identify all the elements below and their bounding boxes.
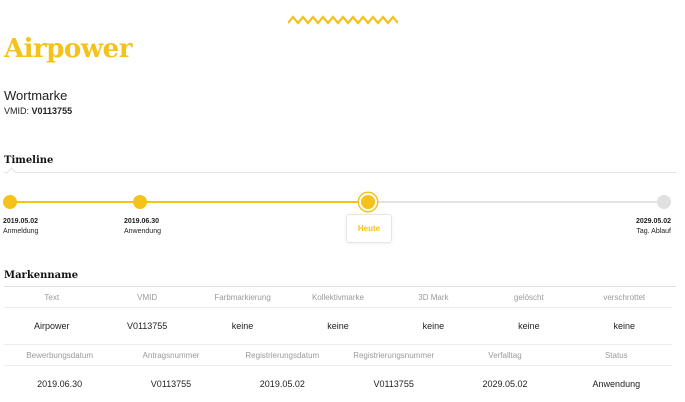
today-button[interactable]: Heute xyxy=(346,214,392,243)
table-cell: 2019.06.30 xyxy=(4,366,115,402)
column-header: Status xyxy=(561,345,672,366)
column-header: Registrierungsdatum xyxy=(227,345,338,366)
event-date: 2019.05.02 xyxy=(3,217,38,227)
event-label: Tag. Ablauf xyxy=(636,228,671,235)
column-header: verschrottet xyxy=(577,287,672,308)
column-header: gelöscht xyxy=(481,287,576,308)
timeline: 2019.05.02 Anmeldung 2019.06.30 Anwendun… xyxy=(0,188,685,248)
timeline-dot-anwendung[interactable] xyxy=(133,195,147,209)
registration-details-table: Bewerbungsdatum Antragsnummer Registrier… xyxy=(4,345,672,402)
table-header-row: Bewerbungsdatum Antragsnummer Registrier… xyxy=(4,345,672,366)
table-cell: keine xyxy=(481,308,576,345)
column-header: Registrierungsnummer xyxy=(338,345,449,366)
mark-type: Wortmarke xyxy=(4,88,67,103)
column-header: VMID xyxy=(99,287,194,308)
timeline-event-ablauf: 2029.05.02 Tag. Ablauf xyxy=(636,217,671,237)
event-date: 2019.06.30 xyxy=(124,217,161,227)
vmid-value: V0113755 xyxy=(32,106,73,116)
table-row: Airpower V0113755 keine keine keine kein… xyxy=(4,308,672,345)
timeline-event-anmeldung: 2019.05.02 Anmeldung xyxy=(3,217,38,237)
table-cell: V0113755 xyxy=(338,366,449,402)
table-cell: keine xyxy=(195,308,290,345)
table-cell: V0113755 xyxy=(99,308,194,345)
timeline-divider xyxy=(4,172,676,173)
column-header: Antragsnummer xyxy=(115,345,226,366)
event-label: Anwendung xyxy=(124,228,161,235)
timeline-event-anwendung: 2019.06.30 Anwendung xyxy=(124,217,161,237)
markenname-title: Markenname xyxy=(4,270,78,281)
divider-notch xyxy=(7,168,17,178)
zigzag-ornament-icon xyxy=(288,14,398,26)
event-date: 2029.05.02 xyxy=(636,217,671,227)
table-cell: 2029.05.02 xyxy=(449,366,560,402)
table-cell: Airpower xyxy=(4,308,99,345)
event-label: Anmeldung xyxy=(3,228,38,235)
timeline-title: Timeline xyxy=(4,155,53,166)
column-header: Farbmarkierung xyxy=(195,287,290,308)
table-row: 2019.06.30 V0113755 2019.05.02 V0113755 … xyxy=(4,366,672,402)
timeline-dot-today[interactable] xyxy=(359,193,377,211)
table-cell: Anwendung xyxy=(561,366,672,402)
timeline-progress-line xyxy=(10,201,368,203)
column-header: Text xyxy=(4,287,99,308)
table-cell: keine xyxy=(290,308,385,345)
column-header: 3D Mark xyxy=(386,287,481,308)
vmid-label: VMID: xyxy=(4,106,29,116)
timeline-dot-ablauf[interactable] xyxy=(657,195,671,209)
table-cell: 2019.05.02 xyxy=(227,366,338,402)
timeline-remaining-line xyxy=(368,201,664,203)
column-header: Bewerbungsdatum xyxy=(4,345,115,366)
trademark-details-table: Text VMID Farbmarkierung Kollektivmarke … xyxy=(4,287,672,345)
table-header-row: Text VMID Farbmarkierung Kollektivmarke … xyxy=(4,287,672,308)
column-header: Verfalltag xyxy=(449,345,560,366)
table-cell: V0113755 xyxy=(115,366,226,402)
table-cell: keine xyxy=(577,308,672,345)
vmid-line: VMID: V0113755 xyxy=(4,106,72,116)
brand-title: Airpower xyxy=(4,34,132,64)
timeline-dot-anmeldung[interactable] xyxy=(3,195,17,209)
column-header: Kollektivmarke xyxy=(290,287,385,308)
table-cell: keine xyxy=(386,308,481,345)
